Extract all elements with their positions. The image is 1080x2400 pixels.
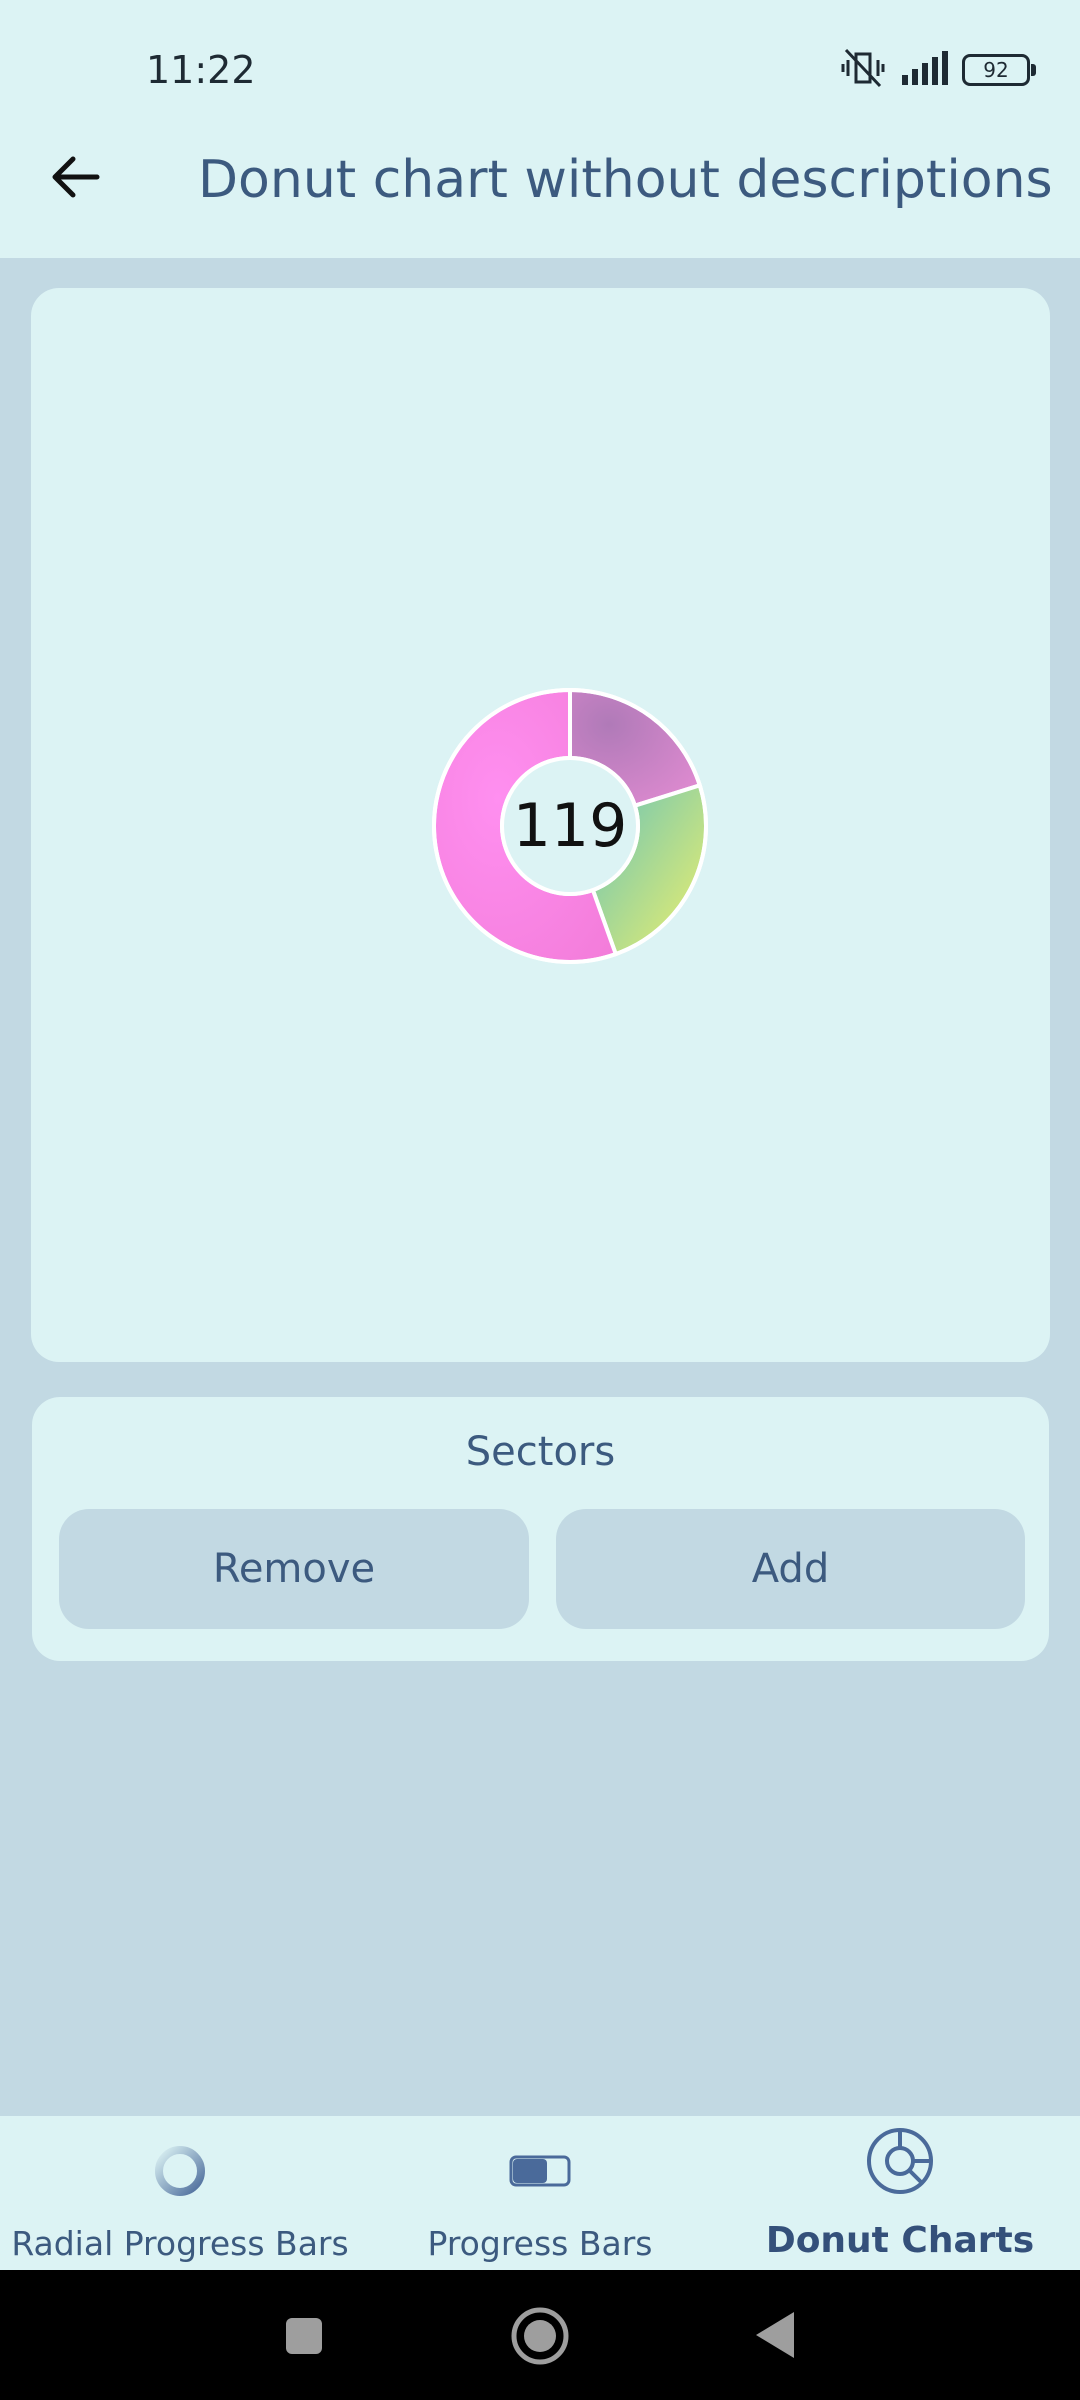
battery-icon: 92	[962, 54, 1036, 86]
square-icon	[284, 2318, 324, 2360]
donut-chart: 119	[430, 686, 710, 966]
nav-label: Progress Bars	[427, 2224, 653, 2263]
sectors-panel: Sectors Remove Add	[32, 1397, 1049, 1661]
home-circle-icon	[510, 2307, 570, 2370]
arrow-left-icon	[49, 151, 101, 208]
nav-item-progress-bars[interactable]: Progress Bars	[360, 2116, 720, 2270]
progress-bar-icon	[509, 2153, 571, 2194]
sectors-title: Sectors	[465, 1429, 616, 1475]
bottom-nav: Radial Progress Bars Progress Bars Donut	[0, 2116, 1080, 2270]
nav-label: Radial Progress Bars	[11, 2224, 349, 2263]
add-sector-button[interactable]: Add	[556, 1509, 1025, 1629]
remove-sector-button[interactable]: Remove	[59, 1509, 529, 1629]
status-time: 11:22	[146, 48, 256, 92]
donut-center-value: 119	[512, 791, 628, 861]
recents-button[interactable]	[284, 2316, 324, 2361]
vibrate-mute-icon	[840, 48, 886, 93]
back-nav-button[interactable]	[752, 2310, 796, 2365]
chart-card: 119	[31, 288, 1050, 1362]
nav-item-radial-progress-bars[interactable]: Radial Progress Bars	[0, 2116, 360, 2270]
status-icons: 92	[840, 48, 1036, 93]
status-bar: 11:22 92	[0, 0, 1080, 140]
home-button[interactable]	[510, 2306, 570, 2371]
triangle-back-icon	[752, 2312, 796, 2364]
system-nav-bar	[0, 2270, 1080, 2400]
back-button[interactable]	[38, 142, 112, 216]
nav-item-donut-charts[interactable]: Donut Charts	[720, 2116, 1080, 2270]
donut-chart-icon	[864, 2125, 936, 2202]
nav-label: Donut Charts	[765, 2220, 1035, 2261]
page-title: Donut chart without descriptions	[198, 150, 1053, 210]
signal-icon	[900, 50, 948, 90]
radial-progress-icon	[152, 2143, 208, 2204]
